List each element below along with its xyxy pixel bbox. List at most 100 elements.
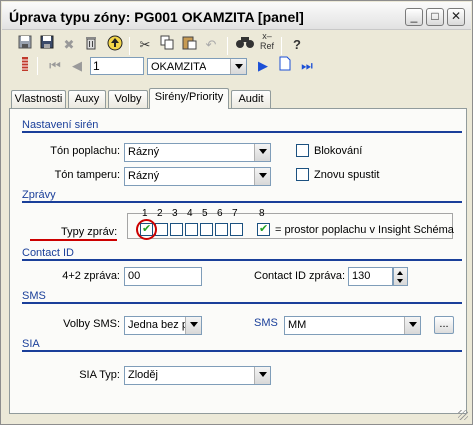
section-divider: [22, 131, 462, 133]
message-number-5: 5: [202, 208, 208, 219]
save-close-icon[interactable]: [37, 35, 57, 55]
toolbar-separator: [129, 37, 130, 55]
toolbar-separator: [37, 57, 38, 75]
chevron-down-icon: [254, 367, 270, 384]
sms-browse-button[interactable]: ...: [434, 316, 454, 334]
section-title-sirens: Nastavení sirén: [22, 119, 99, 131]
tab-auxy[interactable]: Auxy: [68, 90, 106, 108]
alarm-tone-label: Tón poplachu:: [50, 145, 120, 157]
chevron-down-icon: [254, 168, 270, 185]
highlight-underline: [30, 239, 117, 241]
message-number-1: 1: [142, 208, 148, 219]
sms-options-select[interactable]: Jedna bez p: [124, 316, 202, 335]
message-type-checkbox-3[interactable]: [170, 223, 183, 236]
message-number-3: 3: [172, 208, 178, 219]
chevron-down-icon: [404, 317, 420, 334]
message-type-checkbox-4[interactable]: [185, 223, 198, 236]
delete-icon[interactable]: [81, 35, 101, 55]
window-title: Úprava typu zóny: PG001 OKAMZITA [panel]: [9, 9, 304, 25]
alarm-tone-value: Rázný: [128, 146, 160, 158]
section-divider: [22, 302, 462, 304]
alarm-tone-select[interactable]: Rázný: [124, 143, 271, 162]
sms-select[interactable]: MM: [284, 316, 421, 335]
message-number-4: 4: [187, 208, 193, 219]
new-record-icon[interactable]: [275, 56, 295, 76]
sia-type-value: Zloděj: [128, 369, 158, 381]
references-button[interactable]: x– Ref: [257, 31, 277, 51]
zone-type-edit-window: Úprava typu zóny: PG001 OKAMZITA [panel]…: [0, 0, 473, 425]
paste-icon[interactable]: [179, 35, 199, 55]
section-title-messages: Zprávy: [22, 189, 56, 201]
tab-sireny-priority[interactable]: Sirény/Priority: [149, 88, 229, 109]
sms-options-label: Volby SMS:: [63, 318, 120, 330]
message-type-checkbox-8[interactable]: [257, 222, 270, 236]
chevron-down-icon: [254, 144, 270, 161]
list-icon[interactable]: [15, 56, 35, 76]
cid-spinner[interactable]: [393, 267, 408, 286]
message-number-8: 8: [259, 208, 265, 219]
sia-type-label: SIA Typ:: [79, 369, 120, 381]
resize-grip[interactable]: [458, 410, 468, 420]
section-divider: [22, 259, 462, 261]
section-divider: [22, 350, 462, 352]
toolbar-separator: [281, 37, 282, 55]
message-42-input[interactable]: 00: [124, 267, 202, 286]
zone-select[interactable]: OKAMZITA: [147, 58, 247, 75]
message-number-2: 2: [157, 208, 163, 219]
tamper-tone-label: Tón tamperu:: [54, 169, 120, 181]
upload-icon[interactable]: [105, 35, 125, 55]
previous-record-icon[interactable]: ◀: [67, 56, 87, 76]
cancel-icon[interactable]: ✖: [59, 35, 79, 55]
help-icon[interactable]: ?: [287, 35, 307, 55]
message-type-checkbox-7[interactable]: [230, 223, 243, 236]
blocking-label: Blokování: [314, 145, 363, 157]
message-type-checkbox-6[interactable]: [215, 223, 228, 236]
section-divider: [22, 201, 462, 203]
highlight-circle: [136, 219, 157, 240]
message-types-label: Typy zpráv:: [61, 226, 118, 238]
section-title-sia: SIA: [22, 338, 40, 350]
sia-type-select[interactable]: Zloděj: [124, 366, 271, 385]
minimize-button[interactable]: _: [405, 8, 423, 26]
restart-checkbox[interactable]: [296, 168, 309, 181]
maximize-button[interactable]: □: [426, 8, 444, 26]
message-number-6: 6: [217, 208, 223, 219]
tab-volby[interactable]: Volby: [108, 90, 148, 108]
tamper-tone-value: Rázný: [128, 170, 160, 182]
spin-down-icon: [397, 279, 403, 283]
copy-icon[interactable]: [157, 35, 177, 55]
close-button[interactable]: ✕: [447, 8, 465, 26]
blocking-checkbox[interactable]: [296, 144, 309, 157]
sms-options-value: Jedna bez p: [128, 319, 186, 331]
tamper-tone-select[interactable]: Rázný: [124, 167, 271, 186]
cid-message-input[interactable]: 130: [348, 267, 393, 286]
cid-message-label: Contact ID zpráva:: [254, 270, 346, 282]
cut-icon[interactable]: ✂: [135, 35, 155, 55]
tab-panel: Nastavení sirén Tón poplachu: Rázný Blok…: [9, 108, 467, 414]
title-bar[interactable]: Úprava typu zóny: PG001 OKAMZITA [panel]…: [2, 2, 471, 30]
message-number-7: 7: [232, 208, 238, 219]
chevron-down-icon: [230, 59, 246, 74]
section-title-contact-id: Contact ID: [22, 247, 74, 259]
tab-audit[interactable]: Audit: [231, 90, 271, 108]
zone-select-value: OKAMZITA: [151, 61, 207, 73]
save-icon[interactable]: [15, 35, 35, 55]
sms-value: MM: [288, 319, 307, 331]
last-record-icon[interactable]: ⏭: [297, 56, 317, 76]
spin-up-icon: [397, 271, 403, 275]
tab-vlastnosti[interactable]: Vlastnosti: [11, 90, 66, 108]
find-icon[interactable]: [235, 35, 255, 55]
sms-label: SMS: [254, 317, 278, 329]
references-label: Ref: [259, 41, 274, 51]
record-number-input[interactable]: [90, 57, 144, 75]
space-note: = prostor poplachu v Insight Schéma: [275, 224, 454, 236]
chevron-down-icon: [185, 317, 201, 334]
message-42-label: 4+2 zpráva:: [62, 270, 120, 282]
first-record-icon[interactable]: ⏮: [45, 56, 65, 76]
restart-label: Znovu spustit: [314, 169, 380, 181]
message-type-checkbox-5[interactable]: [200, 223, 213, 236]
section-title-sms: SMS: [22, 290, 46, 302]
toolbar-separator: [227, 37, 228, 55]
undo-icon[interactable]: ↶: [201, 35, 221, 55]
next-record-icon[interactable]: ▶: [253, 56, 273, 76]
